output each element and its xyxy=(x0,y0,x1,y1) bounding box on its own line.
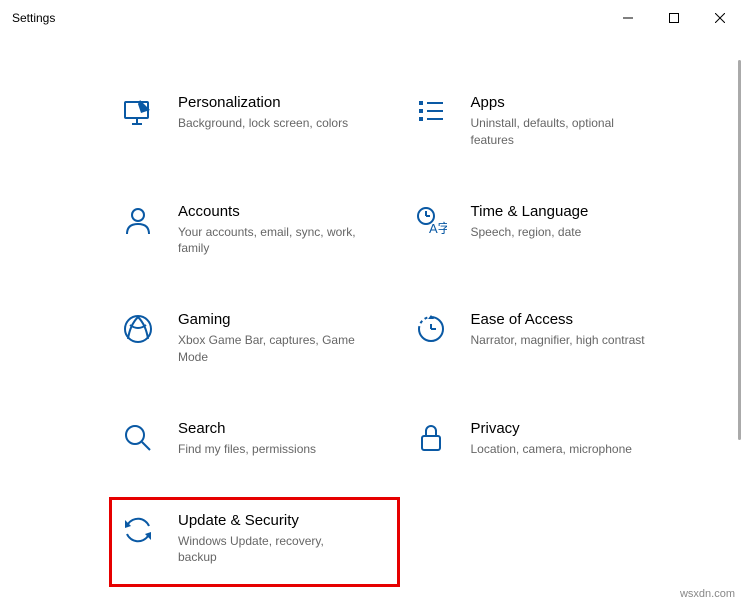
tile-gaming[interactable]: Gaming Xbox Game Bar, captures, Game Mod… xyxy=(118,309,391,368)
minimize-button[interactable] xyxy=(605,0,651,36)
tile-desc: Background, lock screen, colors xyxy=(178,115,348,132)
tile-text: Apps Uninstall, defaults, optional featu… xyxy=(471,94,651,149)
tile-text: Ease of Access Narrator, magnifier, high… xyxy=(471,311,645,349)
privacy-icon xyxy=(413,420,449,456)
tile-privacy[interactable]: Privacy Location, camera, microphone xyxy=(411,418,684,460)
window-title: Settings xyxy=(12,11,55,25)
tile-apps[interactable]: Apps Uninstall, defaults, optional featu… xyxy=(411,92,684,151)
svg-text:A字: A字 xyxy=(429,221,447,236)
tile-desc: Xbox Game Bar, captures, Game Mode xyxy=(178,332,358,366)
tile-text: Privacy Location, camera, microphone xyxy=(471,420,632,458)
search-icon xyxy=(120,420,156,456)
maximize-icon xyxy=(669,13,679,23)
ease-of-access-icon xyxy=(413,311,449,347)
time-language-icon: A字 xyxy=(413,203,449,239)
tile-desc: Your accounts, email, sync, work, family xyxy=(178,224,358,258)
tile-personalization[interactable]: Personalization Background, lock screen,… xyxy=(118,92,391,151)
personalization-icon xyxy=(120,94,156,130)
tile-desc: Uninstall, defaults, optional features xyxy=(471,115,651,149)
tile-title: Update & Security xyxy=(178,512,358,529)
tile-desc: Speech, region, date xyxy=(471,224,589,241)
close-icon xyxy=(715,13,725,23)
window-controls xyxy=(605,0,743,36)
settings-content: Personalization Background, lock screen,… xyxy=(0,80,743,606)
update-security-icon xyxy=(120,512,156,548)
close-button[interactable] xyxy=(697,0,743,36)
tile-text: Time & Language Speech, region, date xyxy=(471,203,589,241)
tile-title: Privacy xyxy=(471,420,632,437)
tile-title: Time & Language xyxy=(471,203,589,220)
minimize-icon xyxy=(623,13,633,23)
tile-update-security[interactable]: Update & Security Windows Update, recove… xyxy=(109,497,400,588)
accounts-icon xyxy=(120,203,156,239)
tile-desc: Location, camera, microphone xyxy=(471,441,632,458)
tile-desc: Windows Update, recovery, backup xyxy=(178,533,358,567)
tile-text: Update & Security Windows Update, recove… xyxy=(178,512,358,567)
watermark: wsxdn.com xyxy=(680,588,735,600)
scrollbar-thumb[interactable] xyxy=(738,60,741,440)
tile-accounts[interactable]: Accounts Your accounts, email, sync, wor… xyxy=(118,201,391,260)
tile-search[interactable]: Search Find my files, permissions xyxy=(118,418,391,460)
tile-text: Personalization Background, lock screen,… xyxy=(178,94,348,132)
tile-title: Gaming xyxy=(178,311,358,328)
settings-grid: Personalization Background, lock screen,… xyxy=(0,80,743,604)
apps-icon xyxy=(413,94,449,130)
tile-time-language[interactable]: A字 Time & Language Speech, region, date xyxy=(411,201,684,260)
tile-title: Ease of Access xyxy=(471,311,645,328)
tile-text: Search Find my files, permissions xyxy=(178,420,316,458)
tile-title: Personalization xyxy=(178,94,348,111)
tile-ease-of-access[interactable]: Ease of Access Narrator, magnifier, high… xyxy=(411,309,684,368)
gaming-icon xyxy=(120,311,156,347)
tile-text: Accounts Your accounts, email, sync, wor… xyxy=(178,203,358,258)
tile-title: Search xyxy=(178,420,316,437)
tile-desc: Find my files, permissions xyxy=(178,441,316,458)
tile-text: Gaming Xbox Game Bar, captures, Game Mod… xyxy=(178,311,358,366)
tile-desc: Narrator, magnifier, high contrast xyxy=(471,332,645,349)
maximize-button[interactable] xyxy=(651,0,697,36)
tile-title: Accounts xyxy=(178,203,358,220)
titlebar: Settings xyxy=(0,0,743,36)
tile-title: Apps xyxy=(471,94,651,111)
